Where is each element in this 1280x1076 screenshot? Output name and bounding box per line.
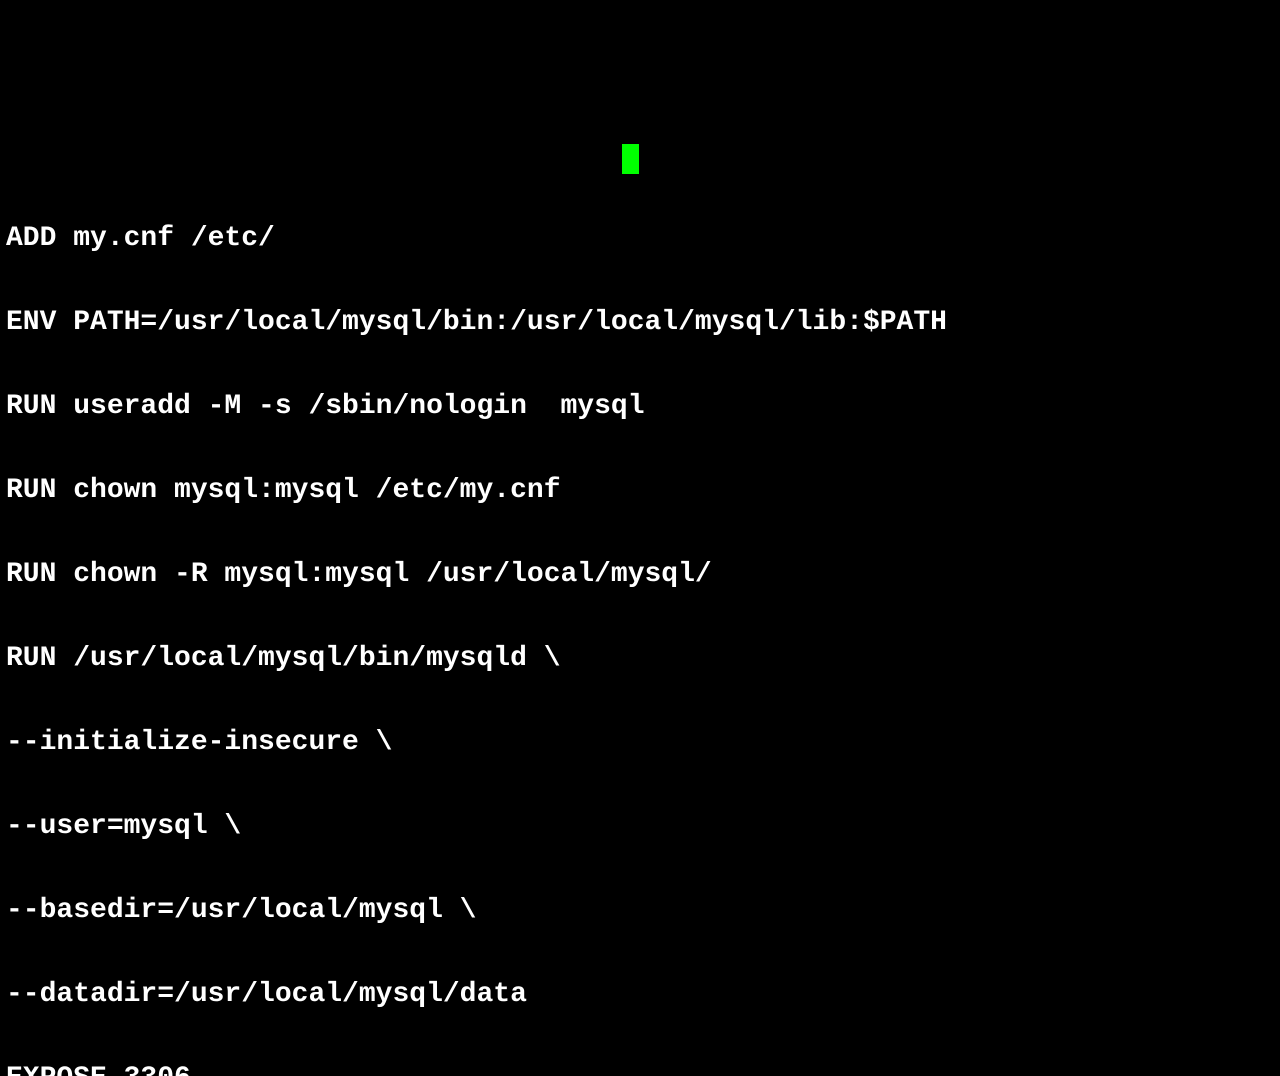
terminal-line[interactable]: --user=mysql \ (6, 806, 1274, 848)
terminal-line[interactable]: --basedir=/usr/local/mysql \ (6, 890, 1274, 932)
terminal-line[interactable]: RUN chown mysql:mysql /etc/my.cnf (6, 470, 1274, 512)
cursor-icon (622, 144, 639, 174)
terminal-line[interactable]: RUN /usr/local/mysql/bin/mysqld \ (6, 638, 1274, 680)
terminal-line[interactable]: ADD my.cnf /etc/ (6, 218, 1274, 260)
terminal-line[interactable]: --initialize-insecure \ (6, 722, 1274, 764)
terminal-line[interactable]: EXPOSE 3306 (6, 1058, 1274, 1076)
terminal-line[interactable]: ENV PATH=/usr/local/mysql/bin:/usr/local… (6, 302, 1274, 344)
terminal-line[interactable]: RUN chown -R mysql:mysql /usr/local/mysq… (6, 554, 1274, 596)
terminal-top-partial-line (6, 172, 1274, 176)
terminal-line[interactable]: --datadir=/usr/local/mysql/data (6, 974, 1274, 1016)
terminal-line[interactable]: RUN useradd -M -s /sbin/nologin mysql (6, 386, 1274, 428)
